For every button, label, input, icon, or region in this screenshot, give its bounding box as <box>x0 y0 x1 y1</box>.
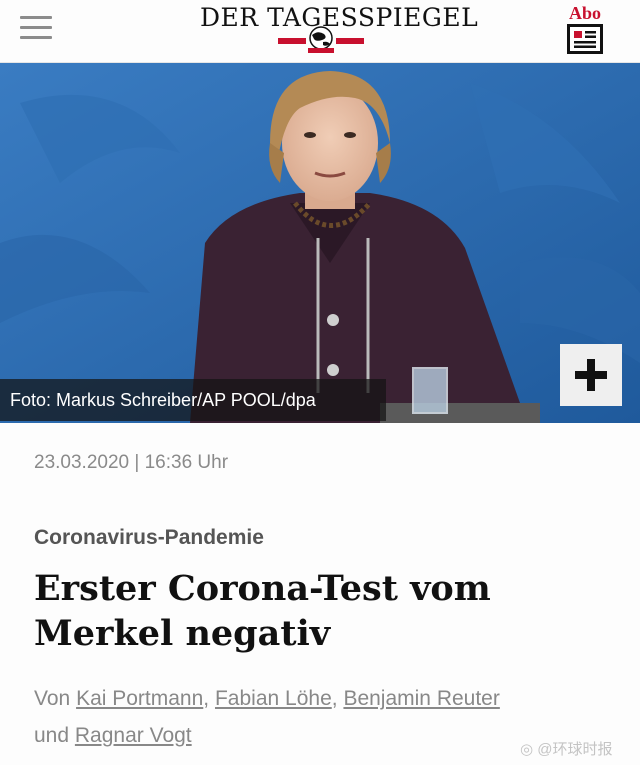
author-link-loehe[interactable]: Fabian Löhe <box>215 687 332 710</box>
top-header: DER TAGESSPIEGEL Abo <box>0 0 640 63</box>
article-date: 23.03.2020 | 16:36 Uhr <box>34 452 229 473</box>
headline-line-1: Erster Corona-Test vom <box>34 568 491 609</box>
byline-conjunction: und <box>34 724 70 747</box>
weibo-icon: ◎ <box>520 741 534 758</box>
site-logo[interactable]: DER TAGESSPIEGEL <box>200 5 478 54</box>
hero-photo <box>0 63 640 423</box>
headline-line-2: Merkel negativ <box>34 613 331 654</box>
abo-button[interactable]: Abo <box>562 4 608 56</box>
author-link-reuter[interactable]: Benjamin Reuter <box>343 687 499 710</box>
hero-image[interactable] <box>0 63 640 423</box>
expand-image-button[interactable] <box>560 344 622 406</box>
author-link-portmann[interactable]: Kai Portmann <box>76 687 203 710</box>
abo-label: Abo <box>568 3 601 23</box>
byline-separator: , <box>331 687 338 710</box>
photo-caption: Foto: Markus Schreiber/AP POOL/dpa <box>0 379 386 421</box>
byline-separator: , <box>203 687 210 710</box>
source-watermark: ◎ @环球时报 <box>520 738 613 759</box>
watermark-text: @环球时报 <box>537 741 613 758</box>
article-kicker[interactable]: Coronavirus-Pandemie <box>34 526 264 550</box>
author-link-vogt[interactable]: Ragnar Vogt <box>75 724 192 747</box>
hamburger-menu-icon[interactable] <box>20 16 52 40</box>
plus-icon <box>575 359 607 391</box>
newspaper-icon <box>567 24 603 54</box>
byline-prefix: Von <box>34 687 71 710</box>
globe-emblem-icon <box>278 26 364 53</box>
article-headline: Erster Corona-Test vom Merkel negativ <box>34 566 614 656</box>
